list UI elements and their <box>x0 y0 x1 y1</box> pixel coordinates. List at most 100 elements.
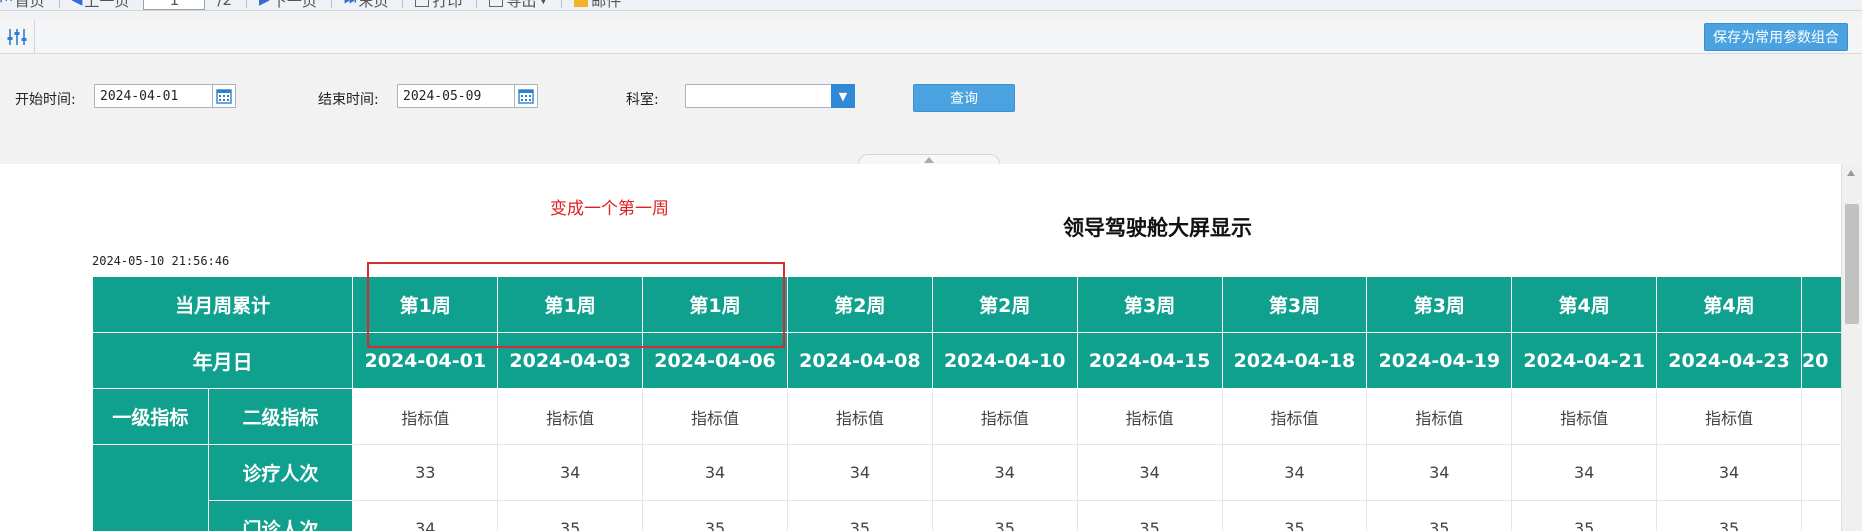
value-cell: 34 <box>1221 444 1368 501</box>
report-timestamp: 2024-05-10 21:56:46 <box>92 254 230 268</box>
week-cell: 第4周 <box>1511 276 1658 333</box>
save-param-combo-button[interactable]: 保存为常用参数组合 <box>1704 23 1848 51</box>
date-cell: 2024-04-01 <box>352 332 499 389</box>
page-number-input[interactable]: 1 <box>143 0 206 10</box>
value-cell: 33 <box>352 444 499 501</box>
scrollbar-thumb[interactable] <box>1845 204 1859 324</box>
toolbar-divider <box>476 0 478 8</box>
chevron-down-icon: ▼ <box>838 89 848 103</box>
week-cell: 第3周 <box>1076 276 1223 333</box>
value-label-cell <box>1800 388 1842 445</box>
page-total: /2 <box>217 0 233 9</box>
table-row: 诊疗人次 33 34 34 34 34 34 34 34 34 34 <box>92 444 1842 531</box>
first-page-icon: ⏮ <box>0 0 13 8</box>
week-cell: 第2周 <box>786 276 933 333</box>
toolbar-divider <box>58 0 60 8</box>
export-icon <box>489 0 504 7</box>
first-page-button[interactable]: ⏮ 首页 <box>0 0 45 11</box>
value-cell: 35 <box>786 500 933 531</box>
last-page-button[interactable]: ⏭ 末页 <box>344 0 389 11</box>
start-calendar-button[interactable] <box>212 84 236 108</box>
end-time-input[interactable]: 2024-05-09 <box>397 84 517 108</box>
level1-cell <box>92 444 209 531</box>
vertical-scrollbar[interactable] <box>1841 164 1862 531</box>
mail-icon <box>574 0 589 7</box>
date-header-cell: 年月日 <box>91 332 354 389</box>
report-nav-toolbar: ⏮ 首页 ◀ 上一页 1 /2 ▶ 下一页 ⏭ 末页 打印 导出 ▼ 邮件 <box>0 0 1862 11</box>
week-cell: 第3周 <box>1366 276 1513 333</box>
chevron-down-icon: ▼ <box>539 0 548 6</box>
date-cell: 2024-04-19 <box>1366 332 1513 389</box>
value-cell <box>1800 444 1842 501</box>
next-page-button[interactable]: ▶ 下一页 <box>259 0 317 11</box>
end-calendar-button[interactable] <box>514 84 538 108</box>
print-button[interactable]: 打印 <box>415 0 462 11</box>
divider <box>34 20 35 53</box>
value-cell: 35 <box>642 500 788 531</box>
value-label-cell: 指标值 <box>1511 388 1658 445</box>
value-label-cell: 指标值 <box>786 388 933 445</box>
date-cell: 2024-04-18 <box>1221 332 1368 389</box>
table-row: 门诊人次 34 35 35 35 35 35 35 35 35 35 <box>93 500 1842 531</box>
date-cell: 2024-04-10 <box>931 332 1078 389</box>
value-label-cell: 指标值 <box>1221 388 1368 445</box>
prev-page-button[interactable]: ◀ 上一页 <box>72 0 130 11</box>
date-cell: 2024-04-03 <box>497 332 644 389</box>
value-label-cell: 指标值 <box>352 388 499 445</box>
last-page-icon: ⏭ <box>343 0 357 8</box>
scroll-up-arrow-icon[interactable] <box>1847 170 1855 176</box>
query-button[interactable]: 查询 <box>913 84 1015 112</box>
value-cell: 34 <box>1366 444 1513 501</box>
value-cell: 35 <box>497 500 644 531</box>
value-label-cell: 指标值 <box>931 388 1078 445</box>
week-cell: 第1周 <box>352 276 499 333</box>
next-page-icon: ▶ <box>259 0 270 8</box>
value-cell: 34 <box>352 500 499 531</box>
level2-cell: 诊疗人次 <box>207 444 354 501</box>
value-cell: 34 <box>497 444 644 501</box>
red-annotation-text: 变成一个第一周 <box>550 199 669 219</box>
value-cell: 34 <box>931 444 1078 501</box>
prev-page-icon: ◀ <box>71 0 83 8</box>
week-cell: 第1周 <box>642 276 788 333</box>
start-time-label: 开始时间: <box>15 92 76 108</box>
date-cell: 2024-04-23 <box>1656 332 1802 389</box>
report-viewport: 变成一个第一周 领导驾驶舱大屏显示 2024-05-10 21:56:46 当月… <box>0 164 1842 531</box>
date-row: 年月日 2024-04-01 2024-04-03 2024-04-06 202… <box>91 332 1842 389</box>
toolbar-divider <box>330 0 332 8</box>
value-cell: 35 <box>931 500 1078 531</box>
parameter-bar: 保存为常用参数组合 <box>0 20 1862 54</box>
value-label-cell: 指标值 <box>642 388 788 445</box>
value-label-cell: 指标值 <box>1656 388 1802 445</box>
value-cell <box>1800 500 1842 531</box>
date-cell: 20 <box>1800 332 1842 389</box>
toolbar-divider <box>402 0 404 8</box>
department-dropdown-button[interactable]: ▼ <box>831 84 855 108</box>
date-cell: 2024-04-21 <box>1511 332 1658 389</box>
value-cell: 35 <box>1511 500 1658 531</box>
value-cell: 34 <box>1656 444 1802 501</box>
export-button[interactable]: 导出 ▼ <box>489 0 547 11</box>
mail-button[interactable]: 邮件 <box>574 0 621 11</box>
value-cell: 34 <box>1511 444 1658 501</box>
value-label-cell: 指标值 <box>1366 388 1513 445</box>
level2-cell: 门诊人次 <box>207 500 354 531</box>
value-cell: 35 <box>1221 500 1368 531</box>
value-cell: 34 <box>1076 444 1223 501</box>
toolbar-divider <box>246 0 248 8</box>
value-label-cell: 指标值 <box>1076 388 1223 445</box>
toolbar-divider <box>561 0 563 8</box>
start-time-input[interactable]: 2024-04-01 <box>94 84 214 108</box>
week-cell: 第1周 <box>497 276 644 333</box>
week-cell <box>1800 276 1842 333</box>
end-time-label: 结束时间: <box>318 92 379 108</box>
date-cell: 2024-04-06 <box>642 332 788 389</box>
indicator-header-row: 一级指标 二级指标 指标值 指标值 指标值 指标值 指标值 指标值 指标值 指标… <box>92 388 1842 445</box>
date-cell: 2024-04-15 <box>1076 332 1223 389</box>
department-select[interactable] <box>685 84 833 108</box>
report-title: 领导驾驶舱大屏显示 <box>1063 216 1252 240</box>
sliders-icon[interactable] <box>6 26 28 48</box>
date-cell: 2024-04-08 <box>786 332 933 389</box>
query-form: 开始时间: 2024-04-01 结束时间: 2024-05-09 科室: ▼ … <box>0 54 1862 164</box>
value-cell: 34 <box>786 444 933 501</box>
